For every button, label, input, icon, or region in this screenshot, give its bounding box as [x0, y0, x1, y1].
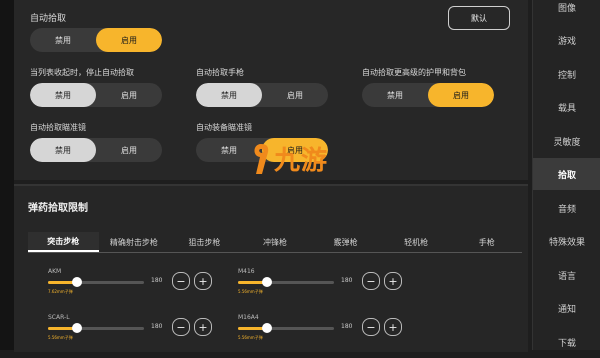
slider-knob[interactable] [261, 277, 272, 287]
ammo-section-title: 弹药拾取限制 [28, 203, 88, 214]
tab-sniper[interactable]: 狙击步枪 [169, 232, 240, 252]
sidebar-item-language[interactable]: 语言 [533, 259, 600, 291]
pickup-pistol-disable-option[interactable]: 禁用 [196, 83, 262, 107]
sidebar-item-download[interactable]: 下载 [533, 326, 600, 358]
plus-button[interactable]: + [384, 318, 402, 336]
slider-knob[interactable] [71, 277, 82, 287]
auto-pickup-disable-option[interactable]: 禁用 [30, 28, 96, 52]
ammo-slider[interactable] [238, 323, 334, 333]
pickup-pistol-label: 自动拾取手枪 [196, 68, 244, 77]
stop-on-list-disable-option[interactable]: 禁用 [30, 83, 96, 107]
ammo-type-label: 5.56mm子弹 [238, 289, 263, 294]
jiuyou-logo-icon [254, 143, 269, 174]
tab-assault-rifle[interactable]: 突击步枪 [28, 232, 99, 252]
weapon-name: M416 [238, 268, 255, 275]
tab-pistol[interactable]: 手枪 [451, 232, 522, 252]
minus-button[interactable]: − [362, 318, 380, 336]
jiuyou-watermark: 九游 [250, 140, 328, 177]
ammo-max-value: 180 [341, 323, 353, 330]
ammo-type-label: 5.56mm子弹 [238, 335, 263, 340]
plus-icon: + [388, 320, 398, 334]
left-edge [0, 0, 14, 350]
minus-button[interactable]: − [172, 318, 190, 336]
ammo-type-label: 7.62mm子弹 [48, 289, 73, 294]
settings-sidebar: 图像 游戏 控制 载具 灵敏度 拾取 音频 特殊效果 语言 通知 下载 [532, 0, 600, 350]
plus-icon: + [198, 320, 208, 334]
stop-on-list-label: 当列表收起时，停止自动拾取 [30, 68, 134, 77]
ammo-slider[interactable] [48, 277, 144, 287]
ammo-max-value: 180 [341, 277, 353, 284]
pickup-scope-enable-option[interactable]: 启用 [96, 138, 162, 162]
tab-smg[interactable]: 冲锋枪 [240, 232, 311, 252]
plus-button[interactable]: + [194, 272, 212, 290]
ammo-max-value: 180 [151, 323, 163, 330]
minus-button[interactable]: − [362, 272, 380, 290]
slider-knob[interactable] [71, 323, 82, 333]
ammo-slider[interactable] [48, 323, 144, 333]
sidebar-item-sensitivity[interactable]: 灵敏度 [533, 125, 600, 157]
minus-icon: − [176, 320, 186, 334]
plus-button[interactable]: + [384, 272, 402, 290]
pickup-scope-label: 自动拾取瞄准镜 [30, 123, 86, 132]
minus-icon: − [366, 320, 376, 334]
auto-pickup-label: 自动拾取 [30, 14, 67, 24]
sidebar-item-game[interactable]: 游戏 [533, 24, 600, 56]
sidebar-item-audio[interactable]: 音频 [533, 192, 600, 224]
minus-icon: − [366, 274, 376, 288]
weapon-name: AKM [48, 268, 62, 275]
slider-knob[interactable] [261, 323, 272, 333]
plus-icon: + [388, 274, 398, 288]
equip-scope-label: 自动装备瞄准镜 [196, 123, 252, 132]
pickup-scope-toggle: 禁用 启用 [30, 138, 162, 162]
higher-armor-toggle: 禁用 启用 [362, 83, 494, 107]
stop-on-list-toggle: 禁用 启用 [30, 83, 162, 107]
tab-dmr[interactable]: 精确射击步枪 [99, 232, 170, 252]
minus-button[interactable]: − [172, 272, 190, 290]
sidebar-item-notifications[interactable]: 通知 [533, 292, 600, 324]
pickup-pistol-toggle: 禁用 启用 [196, 83, 328, 107]
auto-pickup-enable-option[interactable]: 启用 [96, 28, 162, 52]
higher-armor-enable-option[interactable]: 启用 [428, 83, 494, 107]
default-button[interactable]: 默认 [448, 6, 510, 30]
sidebar-item-effects[interactable]: 特殊效果 [533, 225, 600, 257]
stop-on-list-enable-option[interactable]: 启用 [96, 83, 162, 107]
weapon-name: SCAR-L [48, 314, 70, 321]
weapon-name: M16A4 [238, 314, 259, 321]
ammo-type-label: 5.56mm子弹 [48, 335, 73, 340]
higher-armor-disable-option[interactable]: 禁用 [362, 83, 428, 107]
sidebar-item-pickup[interactable]: 拾取 [533, 158, 600, 190]
sidebar-item-graphics[interactable]: 图像 [533, 0, 600, 23]
tab-lmg[interactable]: 轻机枪 [381, 232, 452, 252]
auto-pickup-toggle: 禁用 启用 [30, 28, 162, 52]
sidebar-item-controls[interactable]: 控制 [533, 58, 600, 90]
ammo-slider[interactable] [238, 277, 334, 287]
pickup-pistol-enable-option[interactable]: 启用 [262, 83, 328, 107]
ammo-max-value: 180 [151, 277, 163, 284]
higher-armor-label: 自动拾取更高级的护甲和背包 [362, 68, 466, 77]
pickup-scope-disable-option[interactable]: 禁用 [30, 138, 96, 162]
sidebar-item-vehicle[interactable]: 载具 [533, 91, 600, 123]
plus-button[interactable]: + [194, 318, 212, 336]
tab-shotgun[interactable]: 霰弹枪 [310, 232, 381, 252]
watermark-text: 九游 [274, 146, 329, 176]
minus-icon: − [176, 274, 186, 288]
weapon-tabs: 突击步枪 精确射击步枪 狙击步枪 冲锋枪 霰弹枪 轻机枪 手枪 [28, 232, 522, 253]
plus-icon: + [198, 274, 208, 288]
